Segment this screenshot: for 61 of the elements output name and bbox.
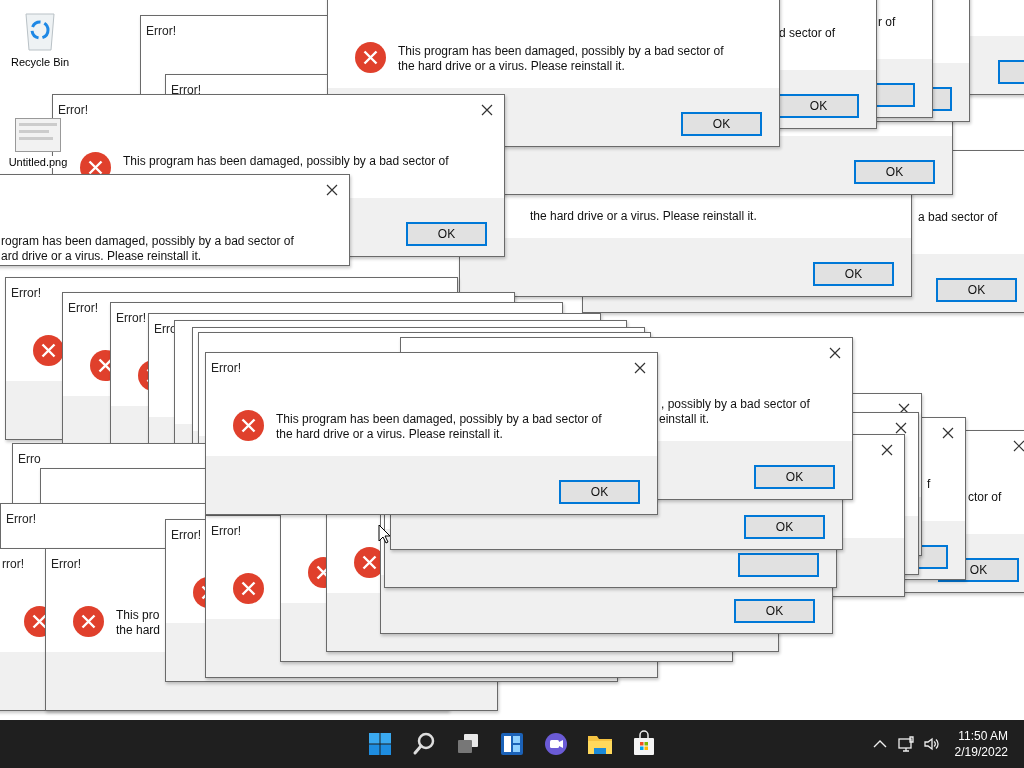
message-line: This program has been damaged, possibly by a bad sector of (398, 44, 724, 58)
message-line: d sector of (779, 26, 836, 40)
ok-button[interactable]: OK (754, 465, 835, 489)
close-icon[interactable] (942, 427, 954, 439)
close-icon[interactable] (326, 184, 338, 196)
window-title: Error! (171, 83, 201, 97)
clock-time[interactable]: 11:50 AM (958, 728, 1008, 744)
message-line: einstall it. (659, 412, 710, 426)
image-file-icon[interactable] (15, 118, 61, 152)
close-icon[interactable] (829, 347, 841, 359)
close-icon[interactable] (881, 444, 893, 456)
error-icon (355, 42, 386, 73)
message-line: This program has been damaged, possibly by a bad sector of (276, 412, 602, 426)
window-title: Error! (171, 528, 201, 542)
window-title: Erro (18, 452, 41, 466)
ok-button[interactable] (738, 553, 819, 577)
message-line: ctor of (968, 490, 1002, 504)
ok-button[interactable]: OK (744, 515, 825, 539)
window-title: Error! (58, 103, 88, 117)
clock-date[interactable]: 2/19/2022 (954, 744, 1008, 760)
window-title: Error! (11, 286, 41, 300)
message-line: the hard drive or a virus. Please reinstall it. (276, 427, 503, 441)
message-line: This pro (116, 608, 160, 622)
close-icon[interactable] (1013, 440, 1024, 452)
window-title: Error! (6, 512, 36, 526)
desktop-icon-label: Recycle Bin (8, 56, 72, 68)
window-title: Error! (211, 361, 241, 375)
message-line: f (927, 477, 931, 491)
message-line: a bad sector of (918, 210, 998, 224)
message-line: ard drive or a virus. Please reinstall it. (1, 249, 202, 263)
ok-button[interactable]: OK (406, 222, 487, 246)
error-icon (233, 410, 264, 441)
close-icon[interactable] (481, 104, 493, 116)
error-icon (73, 606, 104, 637)
message-line: the hard (116, 623, 161, 637)
volume-icon[interactable] (922, 735, 941, 753)
window-title: rror! (2, 557, 24, 571)
ok-button[interactable]: OK (681, 112, 762, 136)
close-icon[interactable] (895, 422, 907, 434)
message-line: the hard drive or a virus. Please reinstall it. (530, 209, 757, 223)
window-title: Error! (211, 524, 241, 538)
close-icon[interactable] (634, 362, 646, 374)
window-title: Error! (116, 311, 146, 325)
ok-button[interactable]: OK (813, 262, 894, 286)
ok-button[interactable]: OK (559, 480, 640, 504)
message-line: This program has been damaged, possibly by a bad sector of (123, 154, 449, 168)
ok-button[interactable]: OK (734, 599, 815, 623)
message-line: , possibly by a bad sector of (661, 397, 810, 411)
recycle-bin-icon[interactable] (23, 10, 57, 52)
window-title: Error! (68, 301, 98, 315)
ok-button[interactable]: OK (936, 278, 1017, 302)
ok-button[interactable]: OK (778, 94, 859, 118)
ok-button[interactable]: OK (854, 160, 935, 184)
desktop-icon-label: Untitled.png (6, 156, 70, 168)
message-line: r of (878, 15, 896, 29)
network-icon[interactable] (896, 735, 915, 753)
window-title: Error! (51, 557, 81, 571)
message-line: the hard drive or a virus. Please reinstall it. (398, 59, 625, 73)
error-icon (233, 573, 264, 604)
window-title: Error! (146, 24, 176, 38)
message-line: rogram has been damaged, possibly by a bad sector of (1, 234, 294, 248)
